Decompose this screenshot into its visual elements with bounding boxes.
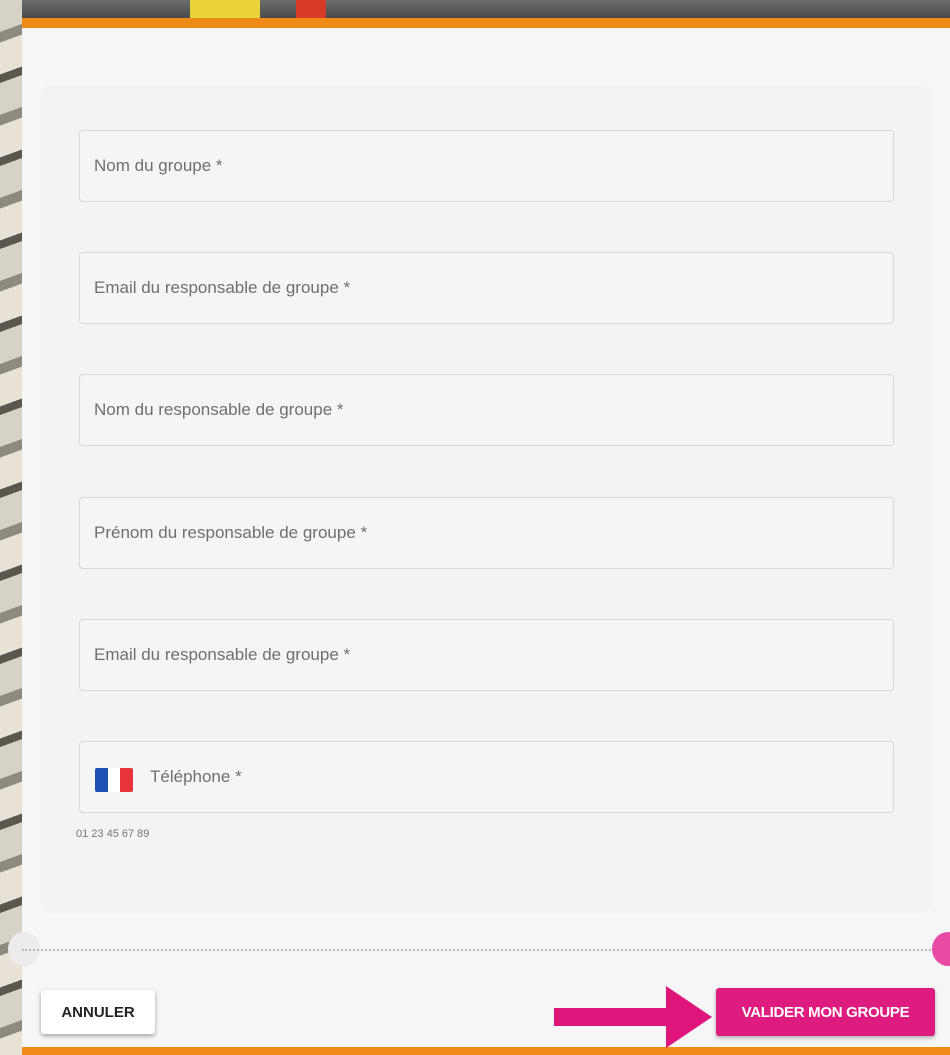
arrow-right-icon <box>554 986 712 1048</box>
manager-email-confirm-input[interactable] <box>80 620 893 690</box>
phone-format-hint: 01 23 45 67 89 <box>76 828 150 840</box>
validate-group-button[interactable]: VALIDER MON GROUPE <box>716 988 935 1036</box>
create-group-modal: 01 23 45 67 89 ANNULER VALIDER MON GROUP… <box>8 18 950 1055</box>
manager-email-input[interactable] <box>80 253 893 323</box>
phone-field <box>79 741 894 813</box>
manager-lastname-input[interactable] <box>80 375 893 445</box>
form-card <box>40 85 932 913</box>
manager-email-field <box>79 252 894 324</box>
group-name-input[interactable] <box>80 131 893 201</box>
manager-firstname-field <box>79 497 894 569</box>
manager-lastname-field <box>79 374 894 446</box>
background-photo-edge <box>0 0 22 1055</box>
cancel-button[interactable]: ANNULER <box>41 990 155 1034</box>
group-name-field <box>79 130 894 202</box>
manager-firstname-input[interactable] <box>80 498 893 568</box>
background-top-strip <box>190 0 260 18</box>
dotted-divider <box>22 949 950 951</box>
background-top-strip-red <box>296 0 326 18</box>
phone-input[interactable] <box>80 742 893 812</box>
ticket-notch-right <box>932 932 950 966</box>
manager-email-confirm-field <box>79 619 894 691</box>
